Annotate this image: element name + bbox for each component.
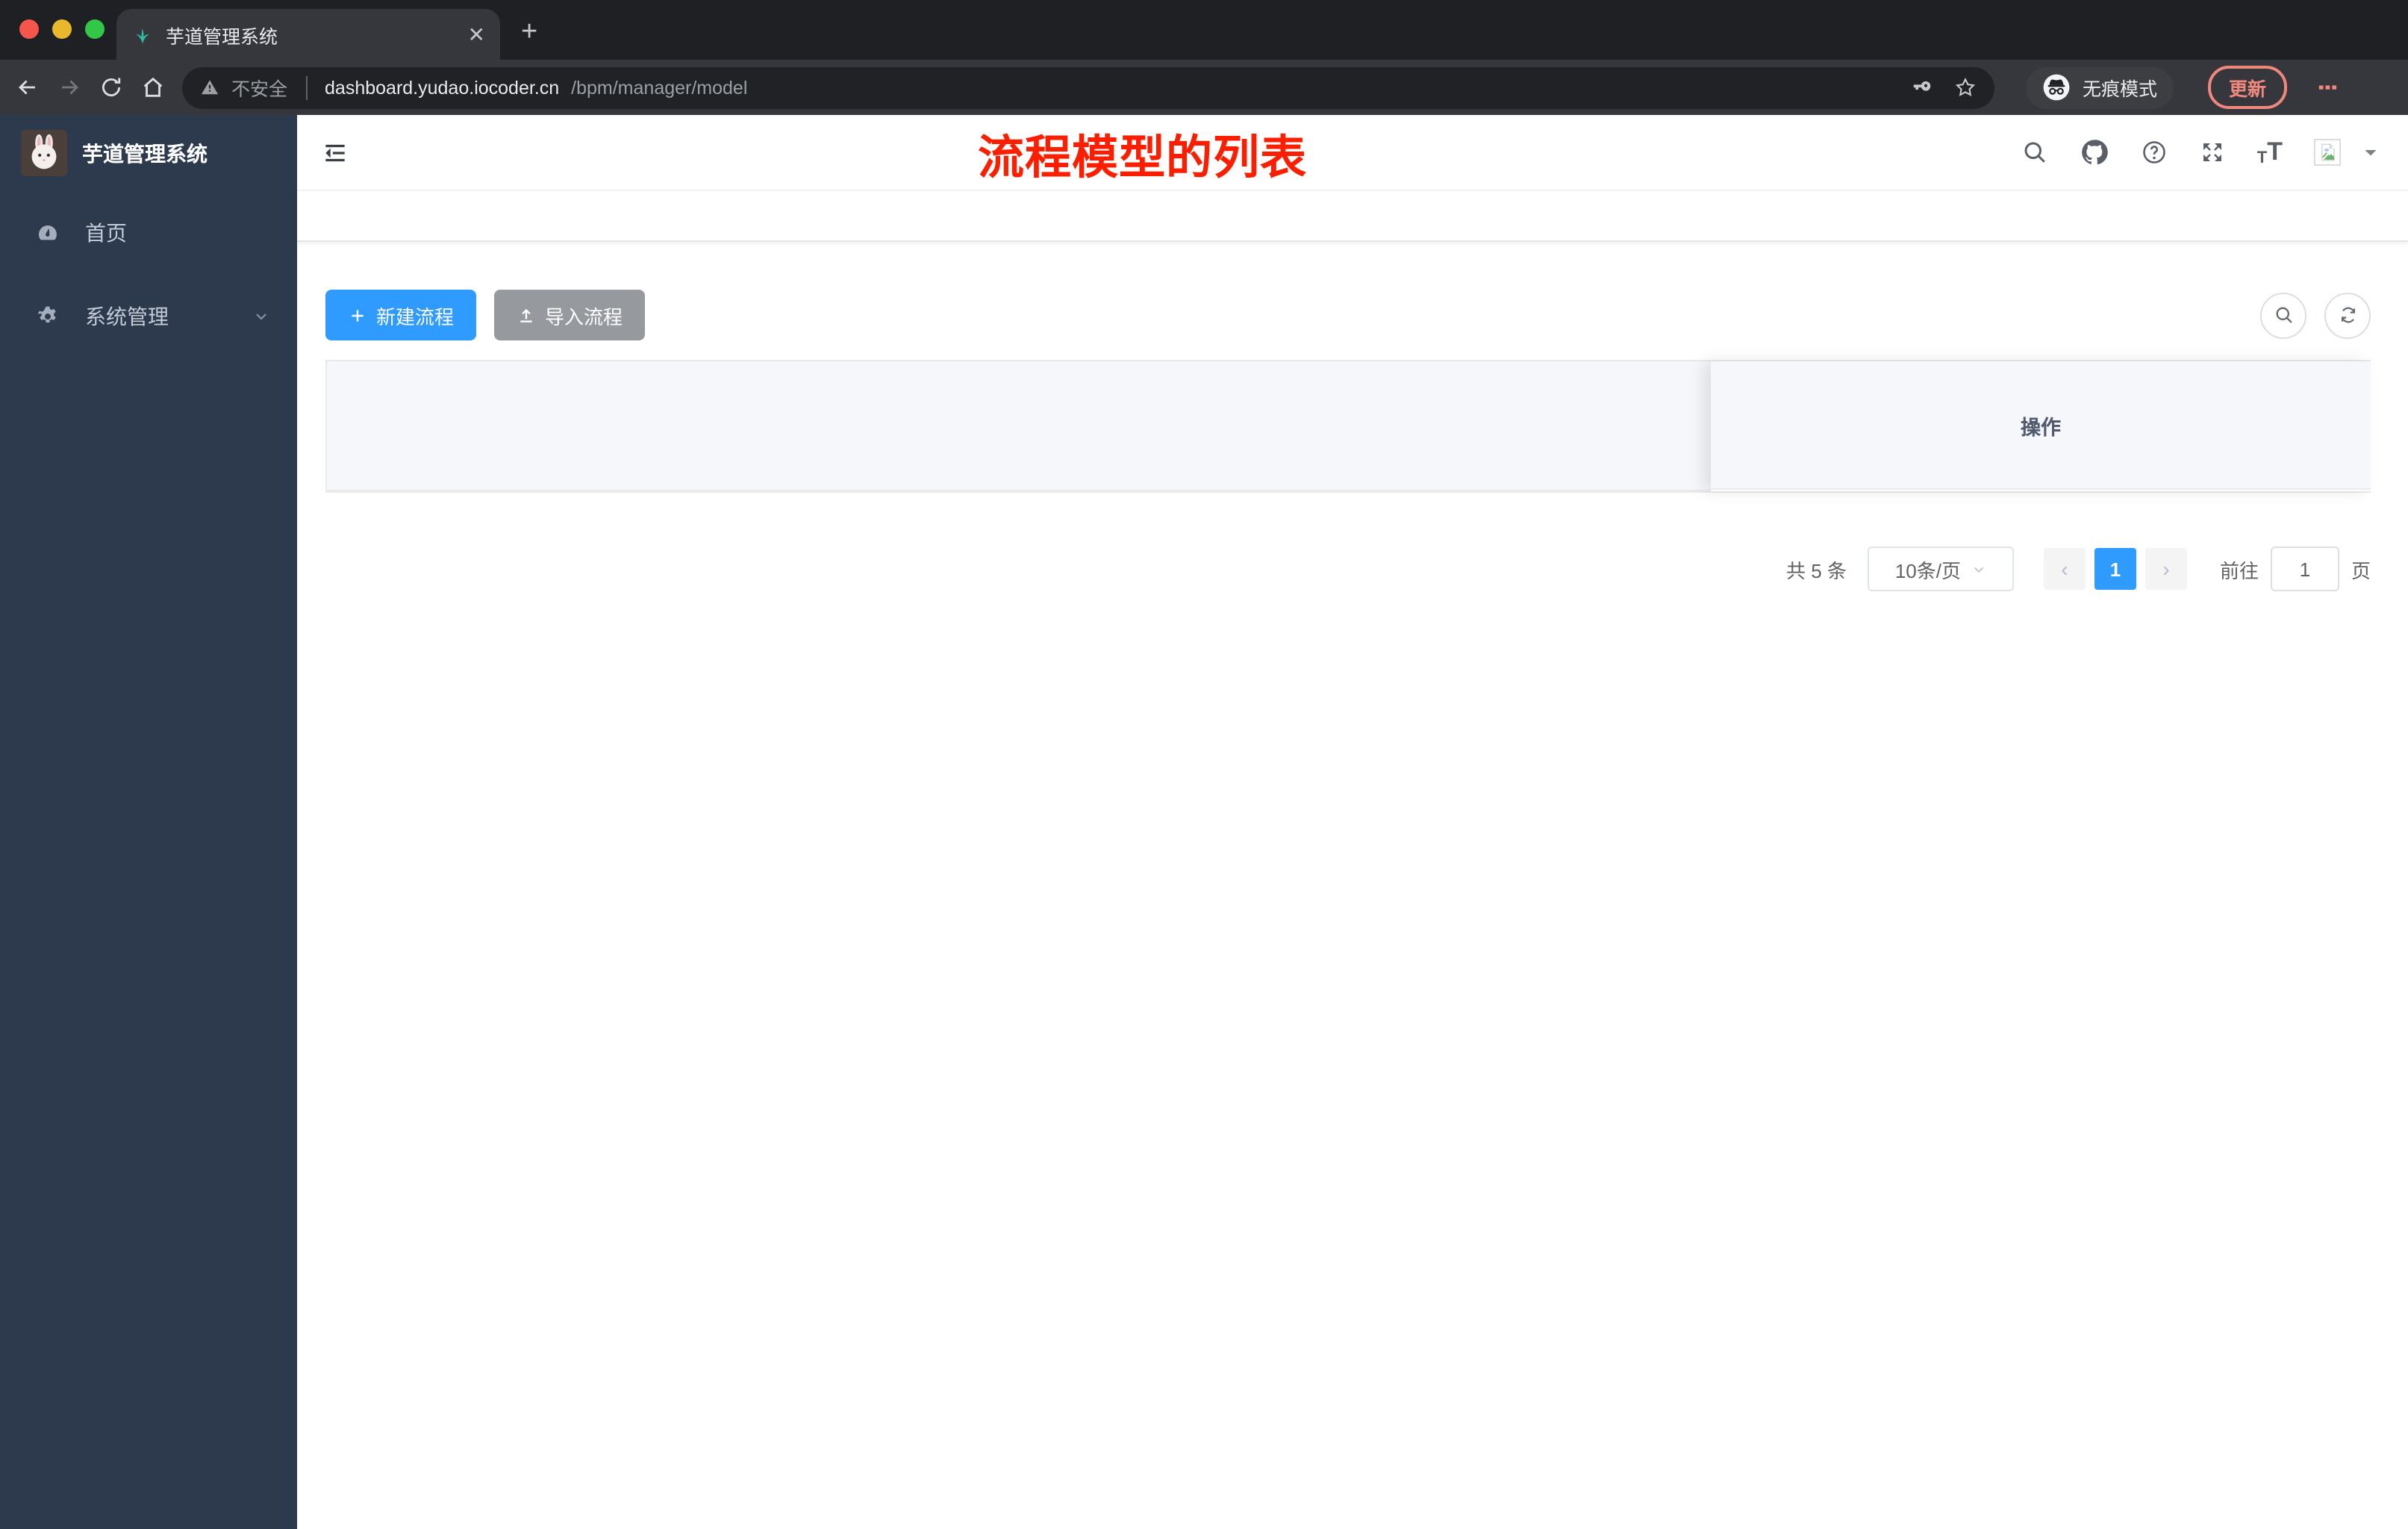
github-icon[interactable] — [2080, 137, 2109, 167]
favicon-plant-icon — [131, 23, 154, 46]
key-icon[interactable] — [1911, 76, 1933, 99]
tags-bar — [297, 191, 2408, 242]
sidebar: 芋道管理系统 首页系统管理 — [0, 115, 297, 1529]
chevron-down-icon — [252, 308, 270, 326]
incognito-badge: 无痕模式 — [2026, 66, 2174, 108]
sidebar-item-系统管理[interactable]: 系统管理 — [0, 275, 297, 358]
main-content: 新建流程 导入流程 操作 共 5 条 10条/页 ‹ 1 › 前往 1 页 — [297, 242, 2408, 1529]
plus-icon — [348, 305, 367, 325]
chevron-down-icon — [1970, 561, 1986, 577]
sidebar-item-label: 系统管理 — [85, 305, 169, 328]
tab-close-icon[interactable]: ✕ — [468, 24, 485, 45]
annotation-text: 流程模型的列表 — [978, 131, 1307, 184]
toggle-search-button[interactable] — [2260, 292, 2306, 338]
window-minimize-button[interactable] — [52, 19, 72, 39]
window-close-button[interactable] — [19, 19, 39, 39]
browser-tab-strip: 芋道管理系统 ✕ + — [0, 0, 2408, 60]
font-size-icon[interactable]: TT — [2257, 137, 2283, 167]
actions-header: 操作 — [1711, 361, 2371, 490]
magnifier-icon — [2273, 305, 2294, 326]
url-host: dashboard.yudao.iocoder.cn — [325, 77, 560, 98]
dashboard-icon — [36, 221, 60, 245]
update-button[interactable]: 更新 — [2208, 66, 2288, 109]
next-page-button[interactable]: › — [2145, 548, 2187, 590]
sidebar-item-label: 首页 — [85, 221, 127, 245]
incognito-label: 无痕模式 — [2083, 79, 2158, 100]
avatar[interactable] — [2314, 139, 2341, 166]
sidebar-item-首页[interactable]: 首页 — [0, 191, 297, 275]
home-icon[interactable] — [140, 75, 166, 100]
refresh-table-button[interactable] — [2324, 292, 2371, 338]
import-model-button[interactable]: 导入流程 — [494, 290, 646, 340]
bunny-avatar — [21, 130, 67, 176]
navbar: 流程模型的列表 TT — [297, 115, 2408, 191]
window-controls[interactable] — [19, 19, 105, 39]
model-table: 操作 — [325, 360, 2371, 493]
page-unit: 页 — [2351, 559, 2371, 582]
url-path: /bpm/manager/model — [571, 77, 748, 98]
window-zoom-button[interactable] — [85, 19, 105, 39]
app-logo: 芋道管理系统 — [0, 115, 297, 191]
goto-page-input[interactable]: 1 — [2270, 546, 2339, 591]
goto-label: 前往 — [2219, 559, 2259, 582]
gear-icon — [36, 305, 60, 328]
search-icon[interactable] — [2021, 139, 2048, 166]
app-title: 芋道管理系统 — [82, 141, 208, 165]
actions-fixed-column: 操作 — [1711, 361, 2371, 491]
sidebar-fold-icon[interactable] — [321, 138, 349, 166]
page-number-1[interactable]: 1 — [2094, 548, 2136, 590]
toolbar: 新建流程 导入流程 — [325, 290, 2371, 340]
omnibox-divider — [305, 75, 308, 99]
forward-icon[interactable] — [57, 75, 82, 100]
security-label: 不安全 — [231, 79, 288, 100]
prev-page-button[interactable]: ‹ — [2043, 548, 2086, 590]
create-model-button[interactable]: 新建流程 — [325, 290, 477, 340]
address-bar[interactable]: 不安全 dashboard.yudao.iocoder.cn/bpm/manag… — [182, 66, 1994, 108]
reload-icon[interactable] — [99, 75, 124, 100]
fullscreen-icon[interactable] — [2199, 139, 2226, 166]
not-secure-warning-icon — [200, 78, 219, 97]
total-count: 共 5 条 — [1786, 559, 1847, 582]
pagination: 共 5 条 10条/页 ‹ 1 › 前往 1 页 — [325, 546, 2371, 591]
browser-tab[interactable]: 芋道管理系统 ✕ — [116, 9, 500, 60]
caret-down-icon[interactable] — [2357, 139, 2384, 166]
back-icon[interactable] — [15, 75, 40, 100]
browser-menu-icon[interactable]: ⋮ — [2314, 76, 2339, 99]
tab-title: 芋道管理系统 — [166, 26, 278, 47]
bookmark-star-icon[interactable] — [1954, 76, 1977, 99]
help-icon[interactable] — [2141, 139, 2168, 166]
page-size-select[interactable]: 10条/页 — [1867, 546, 2014, 591]
upload-icon — [517, 305, 536, 325]
sidebar-menu: 首页 系统管理 — [0, 191, 297, 1529]
incognito-icon — [2042, 73, 2071, 102]
browser-toolbar: 不安全 dashboard.yudao.iocoder.cn/bpm/manag… — [0, 60, 2408, 115]
refresh-icon — [2337, 305, 2358, 326]
new-tab-button[interactable]: + — [521, 16, 537, 49]
